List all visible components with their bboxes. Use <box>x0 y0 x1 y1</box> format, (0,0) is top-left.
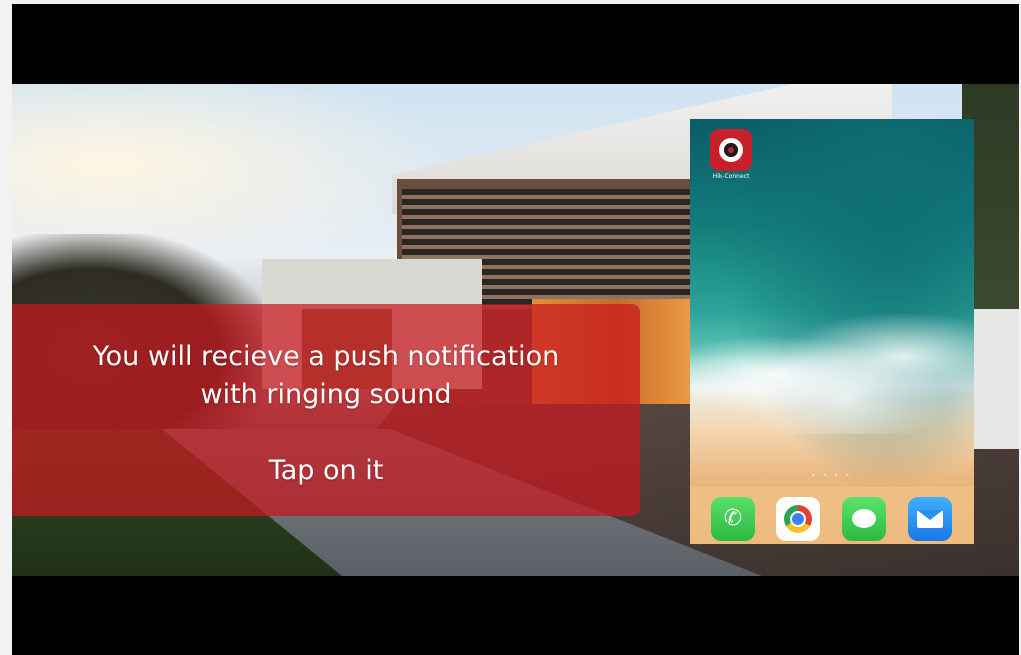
envelope-icon <box>917 510 943 528</box>
wall-right <box>974 309 1019 449</box>
phone-home-screen: Hik-Connect • • • • ✆ <box>690 119 974 544</box>
phone-glyph: ✆ <box>723 506 743 531</box>
page-indicator: • • • • <box>811 472 853 479</box>
speech-bubble-icon <box>852 509 876 528</box>
caption-line-1: You will recieve a push notification <box>92 341 560 372</box>
messages-icon[interactable] <box>842 497 886 541</box>
phone-icon[interactable]: ✆ <box>711 497 755 541</box>
hik-connect-app[interactable]: Hik-Connect <box>708 129 754 181</box>
chrome-core <box>792 513 804 525</box>
wallpaper-surf <box>690 314 974 434</box>
caption-line-2: with ringing sound <box>200 379 452 410</box>
caption-line-3: Tap on it <box>268 455 384 486</box>
hik-connect-icon[interactable] <box>710 129 752 171</box>
video-frame[interactable]: You will recieve a push notification wit… <box>12 4 1019 655</box>
hik-connect-label: Hik-Connect <box>712 173 750 180</box>
chrome-icon[interactable] <box>776 497 820 541</box>
mail-icon[interactable] <box>908 497 952 541</box>
